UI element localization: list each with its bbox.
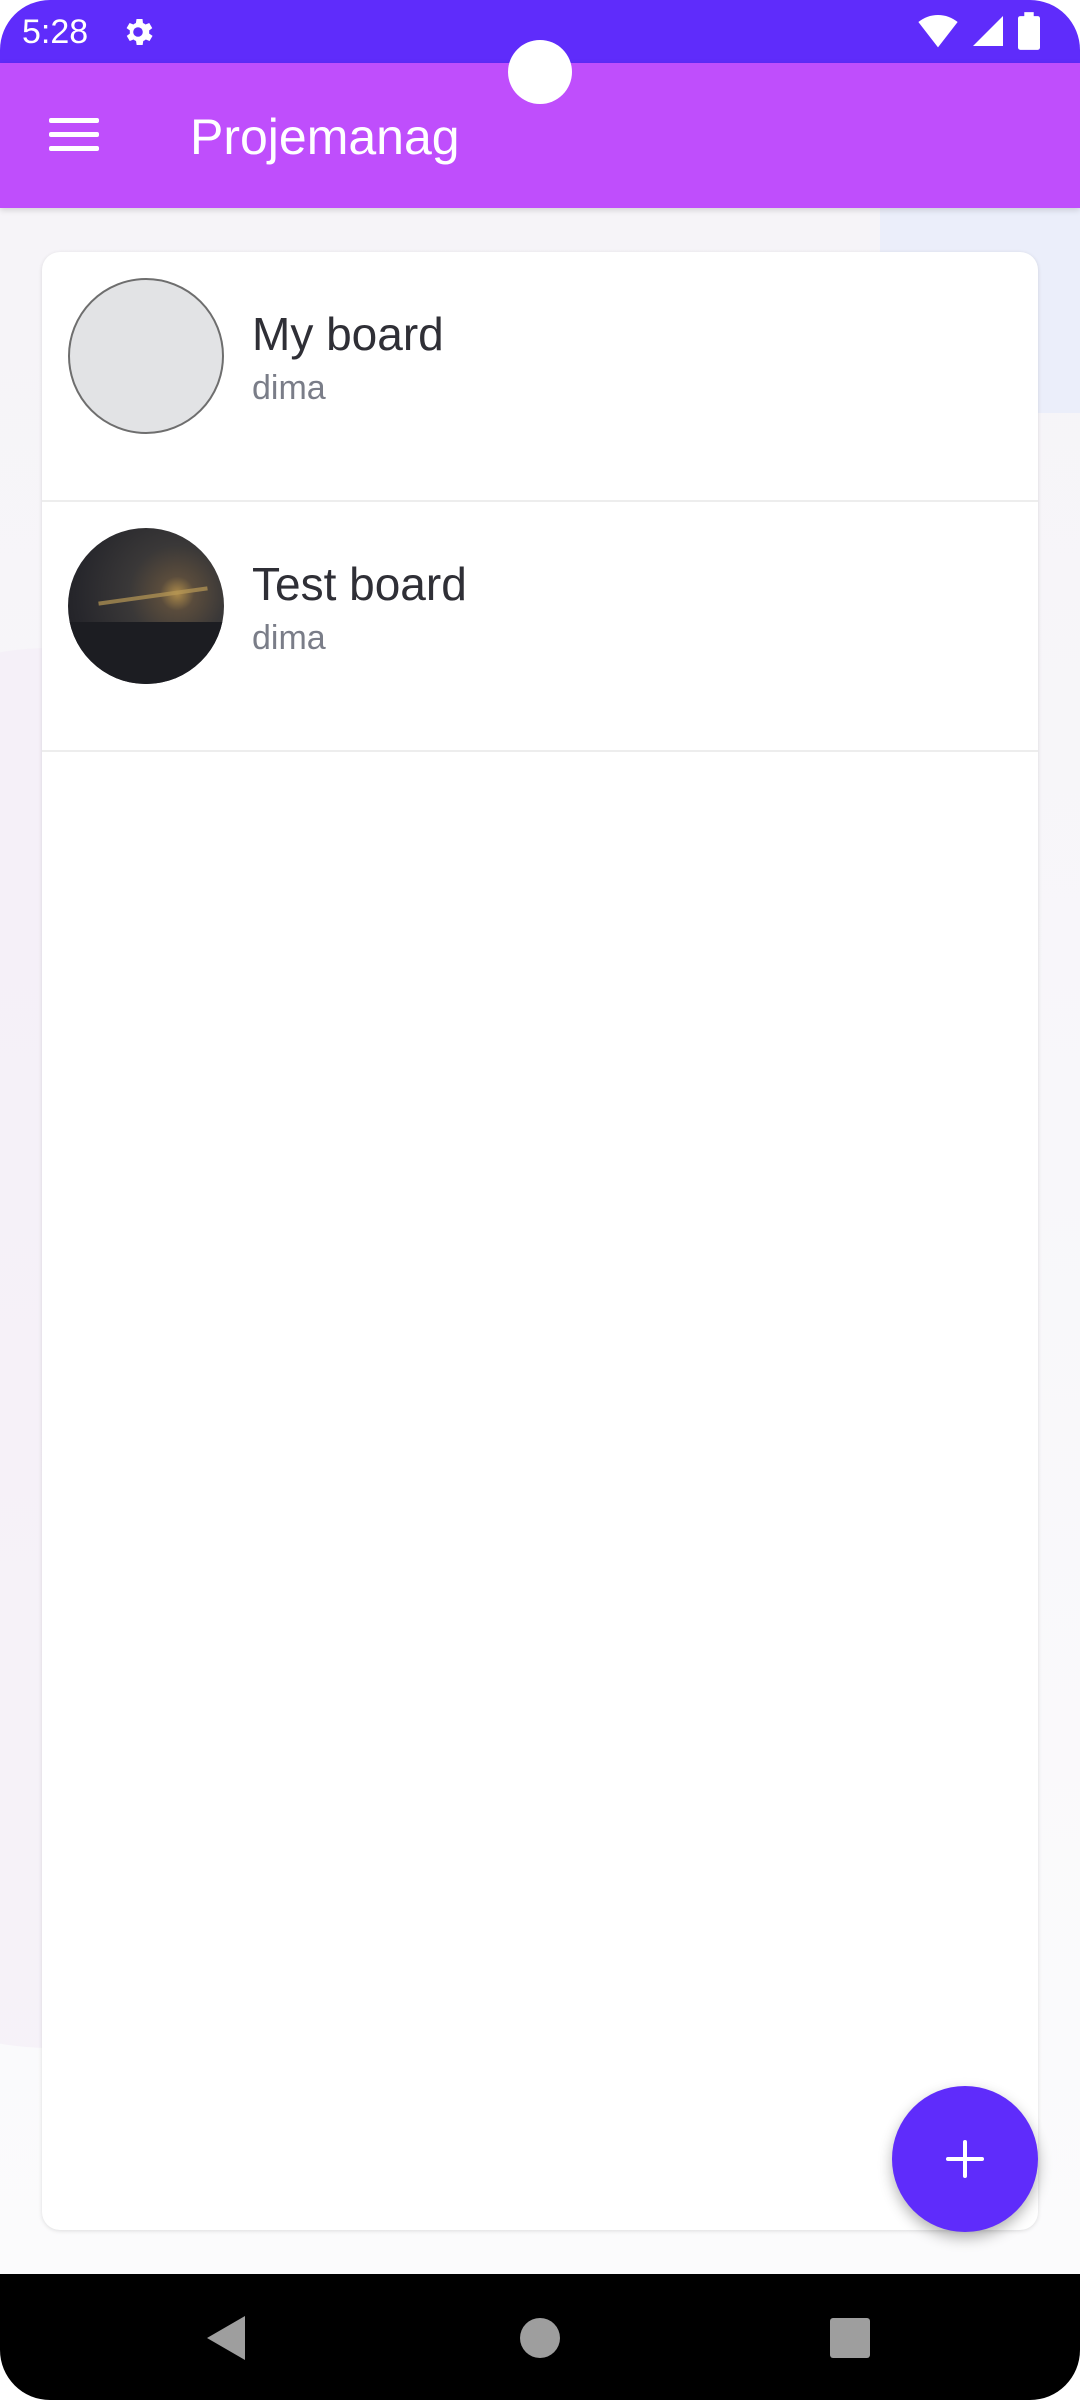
board-owner: dima: [252, 369, 326, 407]
plus-icon: [946, 2140, 984, 2178]
home-button[interactable]: [500, 2298, 580, 2378]
board-name: Test board: [252, 558, 467, 610]
board-name: My board: [252, 308, 444, 360]
boards-list: My board dima Test board dima: [42, 252, 1038, 2230]
settings-icon: [126, 18, 153, 46]
battery-icon: [1018, 12, 1040, 50]
signal-icon: [973, 16, 1003, 46]
wifi-icon: [918, 14, 958, 48]
list-item[interactable]: My board dima: [42, 252, 1038, 502]
camera-cutout: [508, 40, 572, 104]
back-button[interactable]: [186, 2298, 266, 2378]
back-icon: [207, 2316, 245, 2360]
board-avatar: [68, 278, 224, 434]
status-time: 5:28: [22, 13, 89, 51]
board-owner: dima: [252, 619, 326, 657]
status-icons: [918, 12, 1040, 50]
menu-button[interactable]: [28, 103, 120, 167]
recents-icon: [830, 2318, 870, 2358]
home-icon: [520, 2318, 560, 2358]
recents-button[interactable]: [810, 2298, 890, 2378]
app-title: Projemanag: [190, 109, 460, 165]
navigation-bar: [0, 2274, 1080, 2400]
add-board-button[interactable]: [892, 2086, 1038, 2232]
list-item[interactable]: Test board dima: [42, 502, 1038, 752]
board-avatar: [68, 528, 224, 684]
menu-icon: [49, 118, 99, 152]
